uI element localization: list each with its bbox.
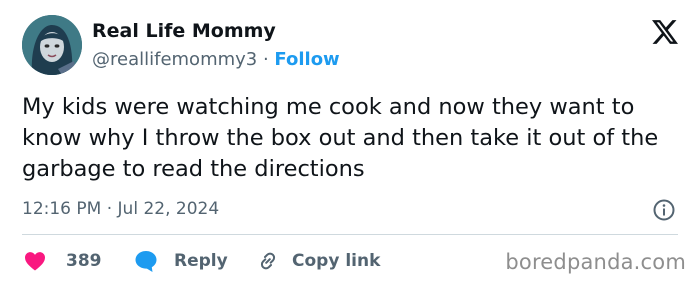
info-icon[interactable]	[652, 198, 676, 222]
tweet-text: My kids were watching me cook and now th…	[22, 94, 659, 182]
copy-link-label: Copy link	[292, 251, 381, 271]
divider	[22, 234, 678, 235]
x-logo-icon[interactable]	[652, 20, 678, 44]
copy-link-button[interactable]: Copy link	[256, 248, 380, 274]
link-icon	[260, 252, 276, 270]
avatar-image	[22, 15, 82, 75]
speech-bubble-icon	[135, 251, 157, 272]
tweet-timestamp[interactable]: 12:16 PM · Jul 22, 2024	[22, 199, 219, 219]
author-handle-row: @reallifemommy3 · Follow	[92, 49, 340, 70]
like-count: 389	[66, 251, 102, 271]
author-handle[interactable]: @reallifemommy3	[92, 49, 257, 70]
display-name[interactable]: Real Life Mommy	[92, 20, 276, 42]
heart-icon	[25, 252, 45, 271]
like-button[interactable]: 389	[24, 248, 102, 274]
avatar[interactable]	[22, 15, 82, 75]
handle-separator: ·	[257, 49, 275, 70]
watermark: boredpanda.com	[505, 250, 686, 274]
reply-button[interactable]: Reply	[134, 248, 228, 274]
follow-button[interactable]: Follow	[274, 49, 339, 70]
reply-label: Reply	[174, 251, 228, 271]
